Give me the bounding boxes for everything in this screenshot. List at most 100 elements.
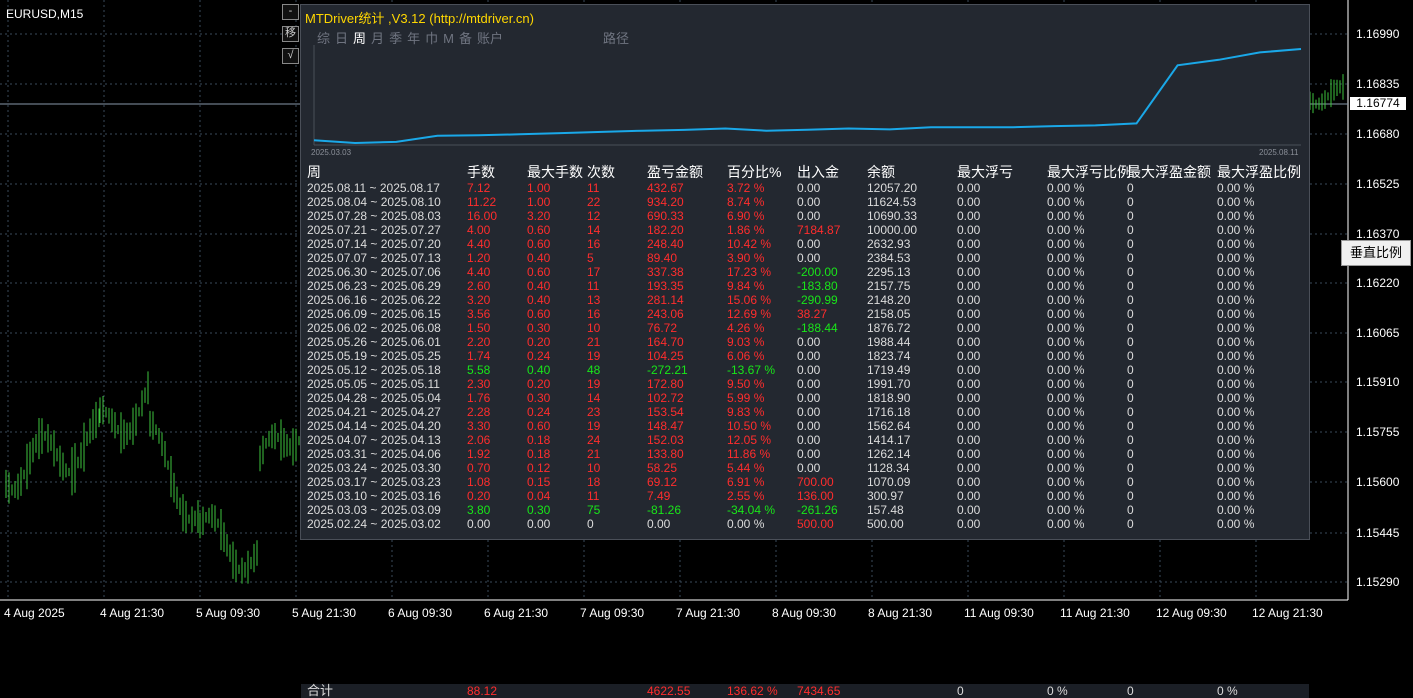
cell-week: 2025.03.03 ~ 2025.03.09 [307,503,441,517]
cell-lots: 4.40 [467,265,491,279]
cell-mfp: 0 [1127,181,1134,195]
vertical-scale-button[interactable]: 垂直比例 [1341,240,1411,266]
cell-count: 17 [587,265,601,279]
tab-4[interactable]: 季 [389,31,402,46]
cell-bal: 10690.33 [867,209,918,223]
table-row: 2025.03.03 ~ 2025.03.09 3.80 0.30 75 -81.26 -… [301,503,1309,517]
cell-mfpp: 0.00 % [1217,251,1255,265]
cell-lots: 1.08 [467,475,491,489]
table-row: 2025.05.12 ~ 2025.05.18 5.58 0.40 48 -272.21… [301,363,1309,377]
cell-flow: 0.00 [797,251,821,265]
cell-mflp: 0.00 % [1047,335,1085,349]
cell-pl: 164.70 [647,335,684,349]
cell-mfp: 0 [1127,489,1134,503]
cell-bal: 11624.53 [867,195,917,209]
cell-pct: -13.67 % [727,363,776,377]
cell-week: 2025.07.28 ~ 2025.08.03 [307,209,441,223]
tab-2[interactable]: 周 [353,31,366,46]
total-mfl: 0 [957,684,964,698]
cell-mfp: 0 [1127,223,1134,237]
table-row: 2025.06.09 ~ 2025.06.15 3.56 0.60 16 243.06 1… [301,307,1309,321]
cell-pct: 1.86 % [727,223,765,237]
cell-mfp: 0 [1127,195,1134,209]
cell-flow: 0.00 [797,447,821,461]
cell-mfl: 0.00 [957,195,981,209]
cell-week: 2025.03.17 ~ 2025.03.23 [307,475,441,489]
cell-maxlots: 0.18 [527,433,551,447]
cell-count: 5 [587,251,594,265]
tab-8[interactable]: 备 [459,31,472,46]
tab-3[interactable]: 月 [371,31,384,46]
table-row: 2025.04.14 ~ 2025.04.20 3.30 0.60 19 148.47 1… [301,419,1309,433]
cell-mfl: 0.00 [957,335,981,349]
time-label: 8 Aug 21:30 [868,606,933,620]
cell-mfp: 0 [1127,307,1134,321]
cell-bal: 1716.18 [867,405,911,419]
cell-week: 2025.04.28 ~ 2025.05.04 [307,391,441,405]
cell-maxlots: 0.04 [527,489,551,503]
cell-mflp: 0.00 % [1047,321,1085,335]
cell-mfpp: 0.00 % [1217,517,1255,531]
cell-flow: 0.00 [797,391,821,405]
table-row: 2025.08.04 ~ 2025.08.10 11.22 1.00 22 934.20… [301,195,1309,209]
column-header: 最大浮盈比例 [1217,164,1301,180]
table-row: 2025.03.17 ~ 2025.03.23 1.08 0.15 18 69.12 6.… [301,475,1309,489]
cell-count: 16 [587,237,601,251]
cell-mfp: 0 [1127,349,1134,363]
column-header: 最大浮盈金额 [1127,164,1211,180]
time-label: 11 Aug 09:30 [964,606,1034,620]
tab-1[interactable]: 日 [335,31,348,46]
cell-lots: 2.20 [467,335,491,349]
table-row: 2025.07.07 ~ 2025.07.13 1.20 0.40 5 89.40 3.9… [301,251,1309,265]
cell-mflp: 0.00 % [1047,391,1085,405]
stats-panel: MTDriver统计 ,V3.12 (http://mtdriver.cn) 综… [300,4,1310,698]
cell-pct: 12.05 % [727,433,772,447]
cell-bal: 10000.00 [867,223,918,237]
price-label: 1.16525 [1356,177,1400,191]
total-flow: 7434.65 [797,684,841,698]
tab-6[interactable]: 巾 [425,31,438,46]
cell-mfl: 0.00 [957,419,981,433]
cell-pct: 6.06 % [727,349,765,363]
cell-pl: 104.25 [647,349,684,363]
cell-mfl: 0.00 [957,265,981,279]
cell-mfl: 0.00 [957,363,981,377]
price-label: 1.15445 [1356,526,1400,540]
cell-pct: 15.06 % [727,293,772,307]
total-lots: 88.12 [467,684,498,698]
cell-bal: 1719.49 [867,363,911,377]
cell-pl: 7.49 [647,489,671,503]
move-button[interactable]: 移 [282,26,299,42]
tab-0[interactable]: 综 [317,31,330,46]
cell-pl: 133.80 [647,447,684,461]
cell-mfp: 0 [1127,419,1134,433]
cell-mfl: 0.00 [957,433,981,447]
cell-lots: 11.22 [467,195,497,209]
check-button[interactable]: √ [282,48,299,64]
cell-flow: -188.44 [797,321,838,335]
column-header: 次数 [587,164,615,180]
cell-pl: 153.54 [647,405,684,419]
cell-maxlots: 0.60 [527,223,551,237]
cell-maxlots: 0.60 [527,237,551,251]
cell-mfp: 0 [1127,279,1134,293]
price-label: 1.16680 [1356,127,1400,141]
cell-count: 11 [587,279,600,293]
tab-5[interactable]: 年 [407,31,420,46]
cell-mfl: 0.00 [957,349,981,363]
cell-mfpp: 0.00 % [1217,181,1255,195]
cell-week: 2025.03.31 ~ 2025.04.06 [307,447,441,461]
tab-7[interactable]: M [443,31,454,46]
cell-bal: 1823.74 [867,349,911,363]
column-header: 出入金 [797,164,839,180]
minimize-button[interactable]: - [282,4,299,20]
cell-mfp: 0 [1127,475,1134,489]
cell-bal: 2632.93 [867,237,911,251]
tab-9[interactable]: 账户 [477,31,503,46]
cell-week: 2025.08.11 ~ 2025.08.17 [307,181,440,195]
cell-mfpp: 0.00 % [1217,321,1255,335]
cell-maxlots: 0.60 [527,419,551,433]
cell-lots: 1.92 [467,447,491,461]
time-label: 12 Aug 21:30 [1252,606,1323,620]
cell-mfl: 0.00 [957,461,981,475]
